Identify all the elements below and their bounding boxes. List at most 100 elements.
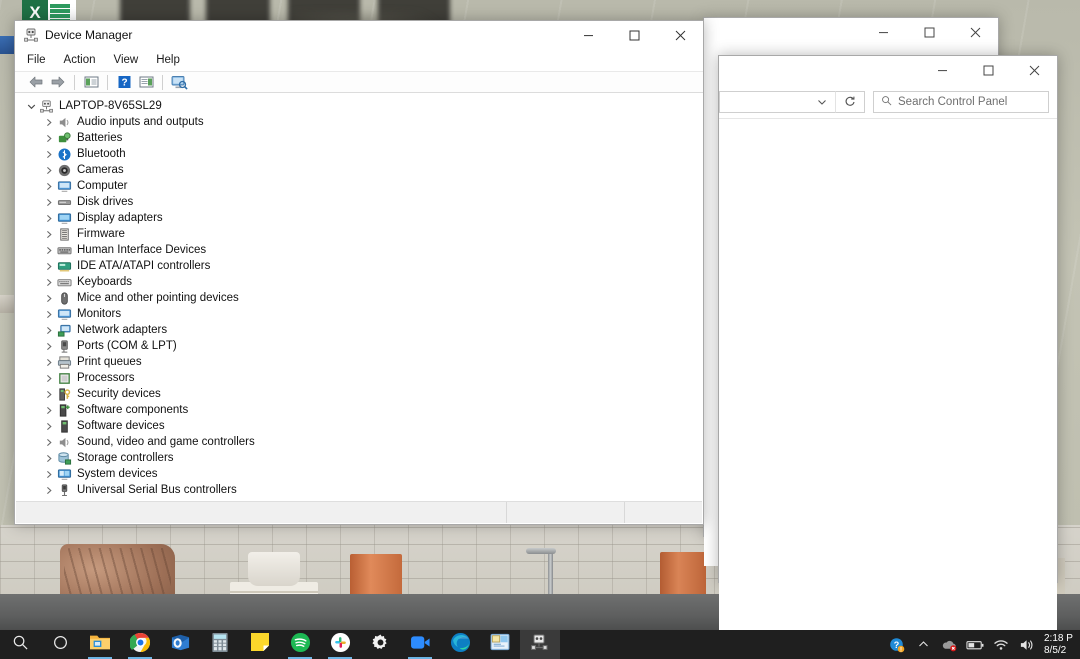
minimize-button[interactable] <box>860 18 906 48</box>
close-button[interactable] <box>657 20 703 50</box>
chevron-right-icon[interactable] <box>42 131 56 145</box>
tree-node[interactable]: Bluetooth <box>16 146 702 162</box>
chevron-right-icon[interactable] <box>42 115 56 129</box>
chevron-right-icon[interactable] <box>42 403 56 417</box>
tree-node[interactable]: Mice and other pointing devices <box>16 290 702 306</box>
close-button[interactable] <box>952 18 998 48</box>
desktop-icon-partial-2[interactable] <box>0 295 14 313</box>
device-tree[interactable]: LAPTOP-8V65SL29 Audio inputs and outputs… <box>16 95 702 496</box>
tree-node[interactable]: Keyboards <box>16 274 702 290</box>
menu-help[interactable]: Help <box>156 52 192 68</box>
settings-button[interactable] <box>360 630 400 659</box>
file-explorer-button[interactable] <box>80 630 120 659</box>
chevron-right-icon[interactable] <box>42 291 56 305</box>
onedrive-error-icon[interactable] <box>936 630 962 659</box>
tree-node[interactable]: IDE ATA/ATAPI controllers <box>16 258 702 274</box>
chevron-right-icon[interactable] <box>42 243 56 257</box>
search-control-panel-input[interactable]: Search Control Panel <box>873 91 1049 113</box>
tree-node[interactable]: Sound, video and game controllers <box>16 434 702 450</box>
close-button[interactable] <box>1011 56 1057 86</box>
chevron-down-icon[interactable] <box>24 99 38 113</box>
tree-node[interactable]: Firmware <box>16 226 702 242</box>
spotify-button[interactable] <box>280 630 320 659</box>
chevron-right-icon[interactable] <box>42 163 56 177</box>
tree-node[interactable]: Audio inputs and outputs <box>16 114 702 130</box>
menu-view[interactable]: View <box>114 52 151 68</box>
tree-node[interactable]: Human Interface Devices <box>16 242 702 258</box>
tree-node[interactable]: Cameras <box>16 162 702 178</box>
chevron-right-icon[interactable] <box>42 387 56 401</box>
edge-button[interactable] <box>440 630 480 659</box>
minimize-button[interactable] <box>919 56 965 86</box>
chevron-up-icon[interactable] <box>910 630 936 659</box>
tree-node[interactable]: Monitors <box>16 306 702 322</box>
chevron-right-icon[interactable] <box>42 323 56 337</box>
taskbar[interactable]: ? ! <box>0 630 1080 659</box>
volume-icon[interactable] <box>1014 630 1040 659</box>
calculator-button[interactable] <box>200 630 240 659</box>
address-input[interactable] <box>719 91 809 113</box>
help-badge-icon[interactable]: ? ! <box>884 630 910 659</box>
chevron-down-icon[interactable] <box>809 91 835 113</box>
maximize-button[interactable] <box>906 18 952 48</box>
chevron-right-icon[interactable] <box>42 371 56 385</box>
sticky-notes-button[interactable] <box>240 630 280 659</box>
maximize-button[interactable] <box>611 20 657 50</box>
wifi-icon[interactable] <box>988 630 1014 659</box>
chevron-right-icon[interactable] <box>42 483 56 496</box>
tree-node[interactable]: Disk drives <box>16 194 702 210</box>
scan-hardware-icon[interactable] <box>168 72 190 92</box>
chevron-right-icon[interactable] <box>42 435 56 449</box>
desktop-icon-partial-1[interactable] <box>0 36 14 54</box>
device-manager-window[interactable]: Device Manager File Action View Help <box>14 20 704 525</box>
chevron-right-icon[interactable] <box>42 227 56 241</box>
help-question-icon[interactable]: ? <box>113 72 135 92</box>
menu-file[interactable]: File <box>27 52 58 68</box>
device-manager-taskbar-button[interactable] <box>520 630 560 659</box>
control-panel-window[interactable]: Search Control Panel <box>718 55 1058 583</box>
properties-icon[interactable] <box>80 72 102 92</box>
menu-action[interactable]: Action <box>64 52 108 68</box>
tree-node[interactable]: Storage controllers <box>16 450 702 466</box>
tree-node[interactable]: System devices <box>16 466 702 482</box>
maximize-button[interactable] <box>965 56 1011 86</box>
tree-node[interactable]: Display adapters <box>16 210 702 226</box>
chevron-right-icon[interactable] <box>42 307 56 321</box>
outlook-button[interactable] <box>160 630 200 659</box>
task-view-button[interactable] <box>40 630 80 659</box>
back-arrow-icon[interactable] <box>25 72 47 92</box>
chevron-right-icon[interactable] <box>42 467 56 481</box>
forward-arrow-icon[interactable] <box>47 72 69 92</box>
chevron-right-icon[interactable] <box>42 355 56 369</box>
chrome-button[interactable] <box>120 630 160 659</box>
chevron-right-icon[interactable] <box>42 419 56 433</box>
tree-node[interactable]: Processors <box>16 370 702 386</box>
chevron-right-icon[interactable] <box>42 179 56 193</box>
tree-node[interactable]: Security devices <box>16 386 702 402</box>
taskbar-clock[interactable]: 2:18 P 8/5/2 <box>1040 633 1080 657</box>
chevron-right-icon[interactable] <box>42 147 56 161</box>
chevron-right-icon[interactable] <box>42 195 56 209</box>
search-button[interactable] <box>0 630 40 659</box>
battery-icon[interactable] <box>962 630 988 659</box>
background-window-titlebar[interactable] <box>704 18 998 48</box>
chevron-right-icon[interactable] <box>42 259 56 273</box>
slack-button[interactable] <box>320 630 360 659</box>
tree-node[interactable]: Software devices <box>16 418 702 434</box>
tree-root-node[interactable]: LAPTOP-8V65SL29 <box>16 98 702 114</box>
tree-node[interactable]: Universal Serial Bus controllers <box>16 482 702 496</box>
tree-node[interactable]: Batteries <box>16 130 702 146</box>
device-manager-titlebar[interactable]: Device Manager <box>15 21 703 49</box>
control-panel-titlebar[interactable] <box>719 56 1057 86</box>
tree-node[interactable]: Software components <box>16 402 702 418</box>
chevron-right-icon[interactable] <box>42 211 56 225</box>
zoom-button[interactable] <box>400 630 440 659</box>
control-panel-button[interactable] <box>480 630 520 659</box>
tree-node[interactable]: Ports (COM & LPT) <box>16 338 702 354</box>
tree-node[interactable]: Computer <box>16 178 702 194</box>
minimize-button[interactable] <box>565 20 611 50</box>
chevron-right-icon[interactable] <box>42 339 56 353</box>
chevron-right-icon[interactable] <box>42 275 56 289</box>
refresh-icon[interactable] <box>835 91 865 113</box>
chevron-right-icon[interactable] <box>42 451 56 465</box>
